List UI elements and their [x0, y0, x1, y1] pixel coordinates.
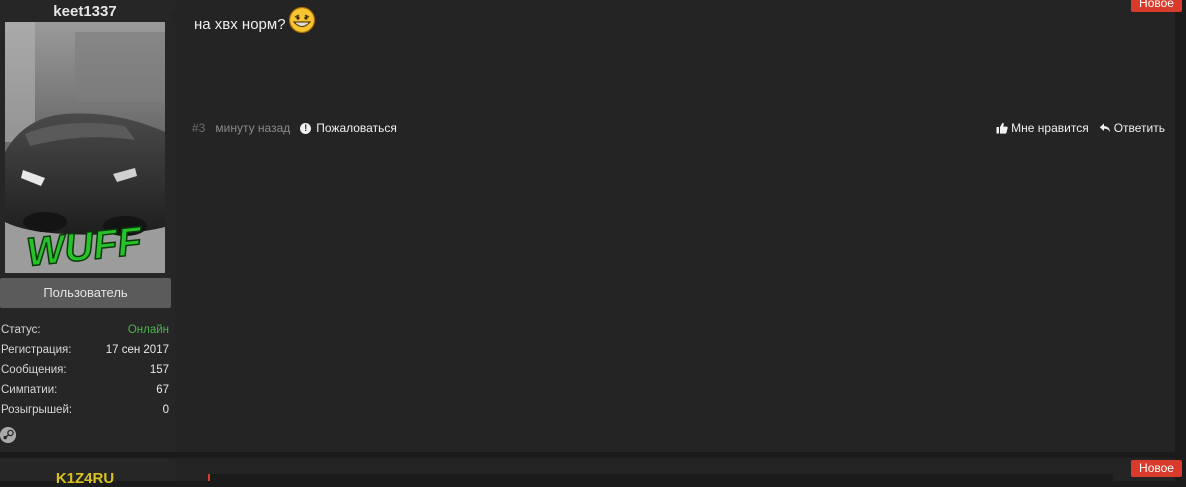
post-3: keet1337 WUFF Пользователь Статус: Онлай…	[0, 0, 1186, 452]
username-link[interactable]: keet1337	[0, 3, 170, 20]
stat-value: 67	[156, 384, 169, 396]
post-time[interactable]: минуту назад	[215, 121, 290, 135]
quote-block	[208, 474, 1113, 481]
avatar-image: WUFF	[5, 22, 165, 273]
post-4: K1Z4RU Новое	[0, 458, 1186, 487]
new-badge: Новое	[1131, 0, 1182, 12]
stat-value: 0	[162, 404, 169, 416]
post-body: на хвх норм? #3 минуту назад ! Пожаловат…	[175, 0, 1175, 452]
stat-likes: Симпатии: 67	[0, 380, 171, 400]
user-stats: Статус: Онлайн Регистрация: 17 сен 2017 …	[0, 320, 171, 420]
post-meta: #3 минуту назад ! Пожаловаться Мне нрави…	[192, 120, 1165, 136]
stat-value: 17 сен 2017	[105, 344, 169, 356]
reply-label: Ответить	[1113, 121, 1165, 135]
stat-label: Сообщения:	[1, 364, 67, 376]
grinning-smiley-icon	[287, 6, 317, 34]
message-text: на хвх норм?	[194, 15, 286, 33]
reply-arrow-icon	[1099, 123, 1110, 133]
stat-label: Статус:	[1, 324, 41, 336]
new-badge: Новое	[1131, 460, 1182, 477]
stat-status: Статус: Онлайн	[0, 320, 171, 340]
user-panel: K1Z4RU	[0, 458, 175, 487]
stat-label: Симпатии:	[1, 384, 58, 396]
stat-label: Регистрация:	[1, 344, 72, 356]
exclamation-circle-icon: !	[300, 122, 312, 134]
post-number-link[interactable]: #3	[192, 121, 205, 135]
post-actions: Мне нравится Ответить	[996, 121, 1165, 135]
stat-label: Розыгрышей:	[1, 404, 73, 416]
stat-value-online: Онлайн	[127, 324, 169, 336]
report-link[interactable]: ! Пожаловаться	[300, 121, 397, 135]
avatar[interactable]: WUFF	[5, 22, 165, 273]
stat-messages: Сообщения: 157	[0, 360, 171, 380]
post-message: на хвх норм?	[194, 6, 317, 34]
stat-giveaways: Розыгрышей: 0	[0, 400, 171, 420]
user-panel: keet1337 WUFF Пользователь Статус: Онлай…	[0, 0, 175, 452]
user-rank-badge: Пользователь	[0, 278, 171, 308]
steam-icon[interactable]	[0, 427, 16, 443]
thumbs-up-icon	[996, 122, 1008, 134]
username-link[interactable]: K1Z4RU	[0, 470, 170, 487]
reply-button[interactable]: Ответить	[1099, 121, 1165, 135]
like-label: Мне нравится	[1011, 121, 1089, 135]
like-button[interactable]: Мне нравится	[996, 121, 1089, 135]
report-label: Пожаловаться	[316, 121, 397, 135]
stat-value[interactable]: 157	[150, 360, 169, 380]
post-arrow	[169, 8, 176, 22]
stat-registration: Регистрация: 17 сен 2017	[0, 340, 171, 360]
